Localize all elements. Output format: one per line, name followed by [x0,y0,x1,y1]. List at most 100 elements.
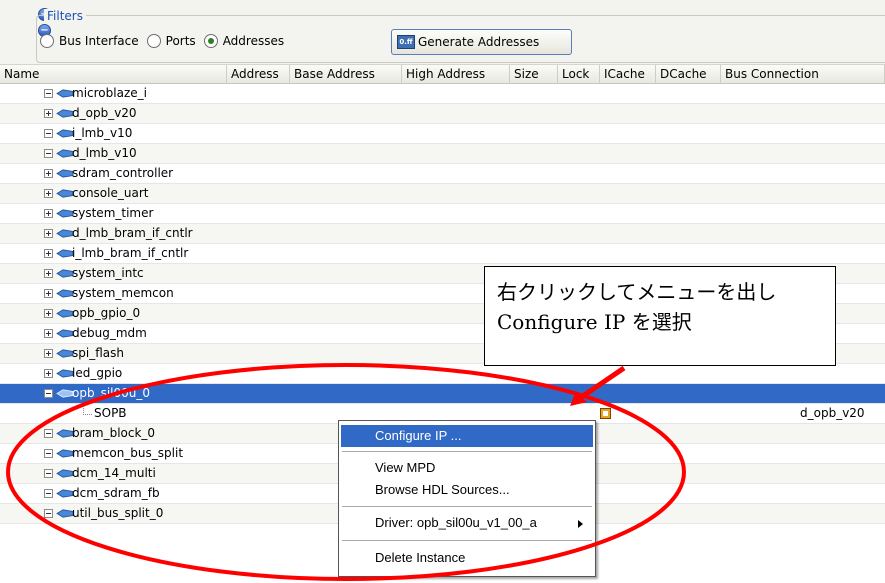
filters-legend: Filters [44,9,86,23]
menu-item-label: Configure IP ... [375,428,462,443]
table-row[interactable]: d_lmb_bram_if_cntlr [0,224,885,244]
column-header-base-address[interactable]: Base Address [290,65,402,83]
connection-icon[interactable] [600,408,611,419]
table-row[interactable]: d_opb_v20 [0,104,885,124]
radio-addresses[interactable]: Addresses [203,34,285,48]
menu-item-browse-hdl-sources[interactable]: Browse HDL Sources... [341,479,593,501]
context-menu: Configure IP ... View MPD Browse HDL Sou… [338,420,596,577]
column-header-dcache[interactable]: DCache [656,65,721,83]
instance-name: i_lmb_bram_if_cntlr [72,246,189,260]
column-header-icache[interactable]: ICache [600,65,656,83]
table-row[interactable]: system_timer [0,204,885,224]
expand-icon[interactable] [44,109,53,118]
table-row[interactable]: i_lmb_bram_if_cntlr [0,244,885,264]
menu-item-label: Browse HDL Sources... [375,482,510,497]
instruction-callout: 右クリックしてメニューを出し Configure IP を選択 [484,266,836,366]
collapse-icon[interactable] [44,129,53,138]
expand-icon[interactable] [44,169,53,178]
collapse-icon[interactable] [44,429,53,438]
instance-name: console_uart [72,186,149,200]
menu-item-delete-instance[interactable]: Delete Instance [341,547,593,569]
radio-label: Bus Interface [59,34,139,48]
table-row-selected[interactable]: opb_sil00u_0 [0,384,885,404]
collapse-icon[interactable] [44,149,53,158]
filters-panel: + − Filters Bus Interface Ports Addresse… [0,0,885,64]
expand-icon[interactable] [44,269,53,278]
instance-name: sdram_controller [72,166,174,180]
expand-icon[interactable] [44,329,53,338]
collapse-icon[interactable] [44,489,53,498]
expand-icon[interactable] [44,349,53,358]
menu-item-configure-ip[interactable]: Configure IP ... [341,425,593,447]
radio-circle-icon[interactable] [40,34,54,48]
instance-name: util_bus_split_0 [72,506,164,520]
instance-name: system_intc [72,266,144,280]
callout-line-1: 右クリックしてメニューを出し [497,280,777,304]
instance-name: d_opb_v20 [72,106,137,120]
column-header-high-address[interactable]: High Address [402,65,510,83]
radio-bus-interface[interactable]: Bus Interface [40,34,139,48]
table-row[interactable]: d_lmb_v10 [0,144,885,164]
instance-name: d_lmb_bram_if_cntlr [72,226,193,240]
submenu-arrow-icon [578,520,583,528]
callout-line-2: Configure IP を選択 [497,310,692,334]
radio-ports[interactable]: Ports [146,34,196,48]
expand-icon[interactable] [44,189,53,198]
menu-item-view-mpd[interactable]: View MPD [341,457,593,479]
table-row[interactable]: led_gpio [0,364,885,384]
instance-name: microblaze_i [72,86,147,100]
expand-icon[interactable] [44,289,53,298]
expand-icon[interactable] [44,369,53,378]
generate-addresses-icon: 0.ff [397,35,415,49]
table-row[interactable]: i_lmb_v10 [0,124,885,144]
expand-icon[interactable] [44,209,53,218]
menu-item-label: View MPD [375,460,436,475]
bus-connection-value: d_opb_v20 [800,406,865,420]
radio-label: Addresses [222,34,285,48]
menu-item-driver[interactable]: Driver: opb_sil00u_v1_00_a [341,512,593,534]
radio-circle-icon[interactable] [146,34,161,48]
table-row[interactable]: sdram_controller [0,164,885,184]
column-header-lock[interactable]: Lock [558,65,600,83]
menu-item-label: Driver: opb_sil00u_v1_00_a [375,515,537,530]
expand-icon[interactable] [44,249,53,258]
collapse-icon[interactable] [44,89,53,98]
radio-checked-icon[interactable] [203,34,218,48]
tree-connector [83,404,92,415]
instance-name: opb_sil00u_0 [72,386,151,400]
collapse-icon[interactable] [44,509,53,518]
menu-item-label: Delete Instance [375,550,466,565]
instance-name: debug_mdm [72,326,147,340]
instance-name: memcon_bus_split [72,446,184,460]
column-header-size[interactable]: Size [510,65,558,83]
radio-label: Ports [165,34,196,48]
instance-name: system_memcon [72,286,174,300]
menu-separator [342,506,592,507]
instance-name: i_lmb_v10 [72,126,133,140]
expand-icon[interactable] [44,229,53,238]
table-row[interactable]: microblaze_i [0,84,885,104]
bus-interface-name: SOPB [94,406,127,420]
instance-name: opb_gpio_0 [72,306,141,320]
generate-addresses-button[interactable]: 0.ff Generate Addresses [391,29,572,55]
collapse-icon[interactable] [44,469,53,478]
instance-name: system_timer [72,206,154,220]
menu-separator [342,540,592,541]
instance-name: spi_flash [72,346,124,360]
column-header-address[interactable]: Address [227,65,290,83]
filter-radio-group: Bus Interface Ports Addresses [40,34,292,48]
instance-name: led_gpio [72,366,123,380]
instance-name: d_lmb_v10 [72,146,137,160]
instance-name: dcm_sdram_fb [72,486,160,500]
table-row[interactable]: console_uart [0,184,885,204]
collapse-icon[interactable] [44,389,53,398]
collapse-icon[interactable] [44,449,53,458]
generate-addresses-label: Generate Addresses [418,35,540,49]
instance-name: bram_block_0 [72,426,156,440]
instance-name: dcm_14_multi [72,466,156,480]
column-header-bus-connection[interactable]: Bus Connection [721,65,885,83]
menu-separator [342,451,592,452]
column-header-name[interactable]: Name [0,65,227,83]
xps-window: + − Filters Bus Interface Ports Addresse… [0,0,885,583]
expand-icon[interactable] [44,309,53,318]
